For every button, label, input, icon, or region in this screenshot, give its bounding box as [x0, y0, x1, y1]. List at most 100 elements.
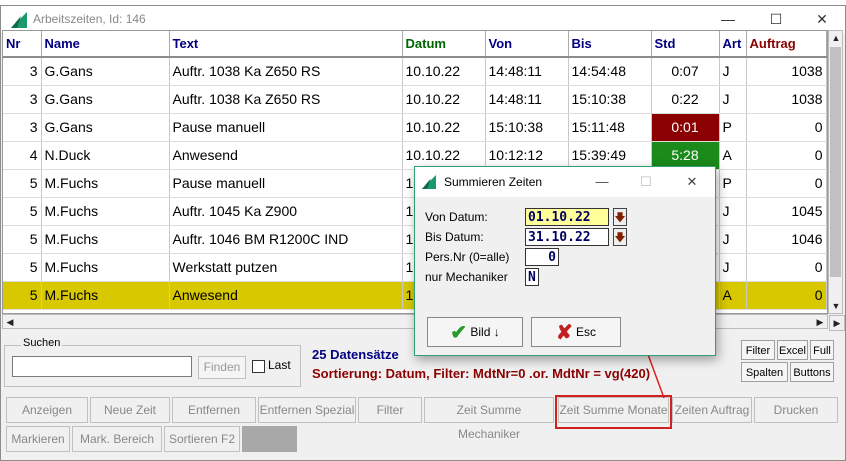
- cell-auftrag: 1038: [746, 57, 827, 86]
- dialog-close-button[interactable]: ✕: [681, 172, 703, 192]
- cell-std: 0:07: [651, 57, 720, 86]
- cell-von: 14:48:11: [485, 57, 569, 86]
- scroll-up-icon[interactable]: ▲: [829, 31, 843, 45]
- search-label: Suchen: [21, 337, 63, 349]
- table-row[interactable]: 3 G.Gans Auftr. 1038 Ka Z650 RS 10.10.22 14:…: [3, 85, 827, 114]
- pers-nr-input[interactable]: 0: [525, 248, 559, 266]
- dialog-logo-icon: [422, 175, 436, 189]
- column-header-art[interactable]: Art: [719, 31, 747, 58]
- cell-text: Anwesend: [169, 141, 403, 170]
- column-header-auftrag[interactable]: Auftrag: [746, 31, 827, 58]
- cross-icon: ✘: [555, 321, 573, 344]
- scroll-down-icon[interactable]: ▼: [829, 299, 843, 313]
- find-button[interactable]: Finden: [198, 356, 246, 379]
- nur-mechaniker-input[interactable]: N: [525, 268, 539, 286]
- bis-datum-label: Bis Datum:: [425, 230, 484, 244]
- dialog-maximize-button[interactable]: ☐: [635, 172, 657, 192]
- cell-von: 14:48:11: [485, 85, 569, 114]
- esc-button[interactable]: ✘ Esc: [531, 317, 621, 347]
- nur-mechaniker-label: nur Mechaniker: [425, 270, 508, 284]
- neue-zeit-button[interactable]: Neue Zeit: [90, 397, 170, 423]
- cell-name: M.Fuchs: [41, 169, 170, 198]
- summieren-dialog: Summieren Zeiten — ☐ ✕ Von Datum: 01.10.…: [414, 166, 716, 356]
- cell-art: A: [719, 281, 747, 310]
- cell-name: M.Fuchs: [41, 225, 170, 254]
- column-header-von[interactable]: Von: [485, 31, 569, 58]
- cell-auftrag: 1046: [746, 225, 827, 254]
- entfernen-spezial-button[interactable]: Entfernen Spezial: [258, 397, 356, 423]
- last-checkbox[interactable]: [252, 360, 265, 373]
- filter-side-button[interactable]: Filter: [741, 340, 775, 360]
- cell-nr: 4: [3, 141, 42, 170]
- bild-button[interactable]: ✔ Bild ↓: [427, 317, 523, 347]
- cell-nr: 3: [3, 57, 42, 86]
- table-row[interactable]: 3 G.Gans Auftr. 1038 Ka Z650 RS 10.10.22 14:…: [3, 57, 827, 86]
- anzeigen-button[interactable]: Anzeigen: [6, 397, 88, 423]
- bis-datum-dropdown-icon[interactable]: 🡇: [613, 228, 627, 246]
- vertical-scrollbar[interactable]: ▲ ▼: [828, 30, 843, 314]
- cell-text: Auftr. 1038 Ka Z650 RS: [169, 57, 403, 86]
- drucken-button[interactable]: Drucken: [754, 397, 838, 423]
- dialog-title: Summieren Zeiten: [444, 175, 543, 189]
- cell-bis: 14:54:48: [568, 57, 652, 86]
- cell-art: J: [719, 197, 747, 226]
- close-button[interactable]: ✕: [807, 9, 837, 29]
- cell-nr: 5: [3, 225, 42, 254]
- column-header-std[interactable]: Std: [651, 31, 720, 58]
- sort-status: Sortierung: Datum, Filter: MdtNr=0 .or. …: [312, 366, 651, 381]
- window-title: Arbeitszeiten, Id: 146: [33, 12, 146, 26]
- table-row[interactable]: 4 N.Duck Anwesend 10.10.22 10:12:12 15:39:49 5…: [3, 141, 827, 170]
- cell-auftrag: 0: [746, 113, 827, 142]
- maximize-button[interactable]: ☐: [761, 9, 791, 29]
- scroll-right-corner-icon[interactable]: ▶: [829, 315, 845, 331]
- column-header-bis[interactable]: Bis: [568, 31, 652, 58]
- cell-auftrag: 0: [746, 253, 827, 282]
- checkmark-icon: ✔: [450, 321, 468, 344]
- sortieren-f2-button[interactable]: Sortieren F2: [164, 426, 240, 452]
- column-header-text[interactable]: Text: [169, 31, 403, 58]
- cell-nr: 3: [3, 85, 42, 114]
- last-label: Last: [268, 358, 291, 372]
- cell-auftrag: 0: [746, 169, 827, 198]
- empty-button[interactable]: [242, 426, 297, 452]
- von-datum-input[interactable]: 01.10.22: [525, 208, 609, 226]
- cell-text: Auftr. 1038 Ka Z650 RS: [169, 85, 403, 114]
- app-logo-icon: [11, 12, 27, 28]
- bis-datum-input[interactable]: 31.10.22: [525, 228, 609, 246]
- cell-art: P: [719, 169, 747, 198]
- title-bar: Arbeitszeiten, Id: 146 — ☐ ✕: [1, 6, 845, 33]
- column-header-nr[interactable]: Nr: [3, 31, 42, 58]
- scroll-left-icon[interactable]: ◀: [3, 315, 17, 329]
- full-button[interactable]: Full: [810, 340, 834, 360]
- cell-std: 0:01: [651, 113, 720, 142]
- cell-bis: 15:10:38: [568, 85, 652, 114]
- spalten-button[interactable]: Spalten: [741, 362, 788, 382]
- zeiten-auftrag-button[interactable]: Zeiten Auftrag: [672, 397, 752, 423]
- cell-nr: 5: [3, 169, 42, 198]
- scroll-right-icon[interactable]: ▶: [813, 315, 827, 329]
- dialog-title-bar: Summieren Zeiten — ☐ ✕: [415, 167, 715, 197]
- column-header-datum[interactable]: Datum: [402, 31, 486, 58]
- cell-art: A: [719, 141, 747, 170]
- cell-bis: 15:39:49: [568, 141, 652, 170]
- entfernen-button[interactable]: Entfernen: [172, 397, 256, 423]
- cell-bis: 15:11:48: [568, 113, 652, 142]
- scroll-thumb[interactable]: [830, 47, 841, 277]
- dialog-minimize-button[interactable]: —: [591, 172, 613, 192]
- cell-text: Anwesend: [169, 281, 403, 310]
- filter-button[interactable]: Filter: [358, 397, 422, 423]
- cell-auftrag: 0: [746, 141, 827, 170]
- excel-button[interactable]: Excel: [777, 340, 808, 360]
- markieren-button[interactable]: Markieren: [6, 426, 70, 452]
- zeit-summe-mechaniker-button[interactable]: Zeit Summe Mechaniker: [424, 397, 554, 441]
- mark-bereich-button[interactable]: Mark. Bereich: [72, 426, 162, 452]
- von-datum-dropdown-icon[interactable]: 🡇: [613, 208, 627, 226]
- cell-art: J: [719, 85, 747, 114]
- cell-nr: 5: [3, 197, 42, 226]
- buttons-button[interactable]: Buttons: [790, 362, 834, 382]
- table-row[interactable]: 3 G.Gans Pause manuell 10.10.22 15:10:38 15:1…: [3, 113, 827, 142]
- down-arrow-icon: ↓: [493, 325, 500, 339]
- column-header-name[interactable]: Name: [41, 31, 170, 58]
- minimize-button[interactable]: —: [713, 9, 743, 29]
- search-input[interactable]: [12, 356, 192, 377]
